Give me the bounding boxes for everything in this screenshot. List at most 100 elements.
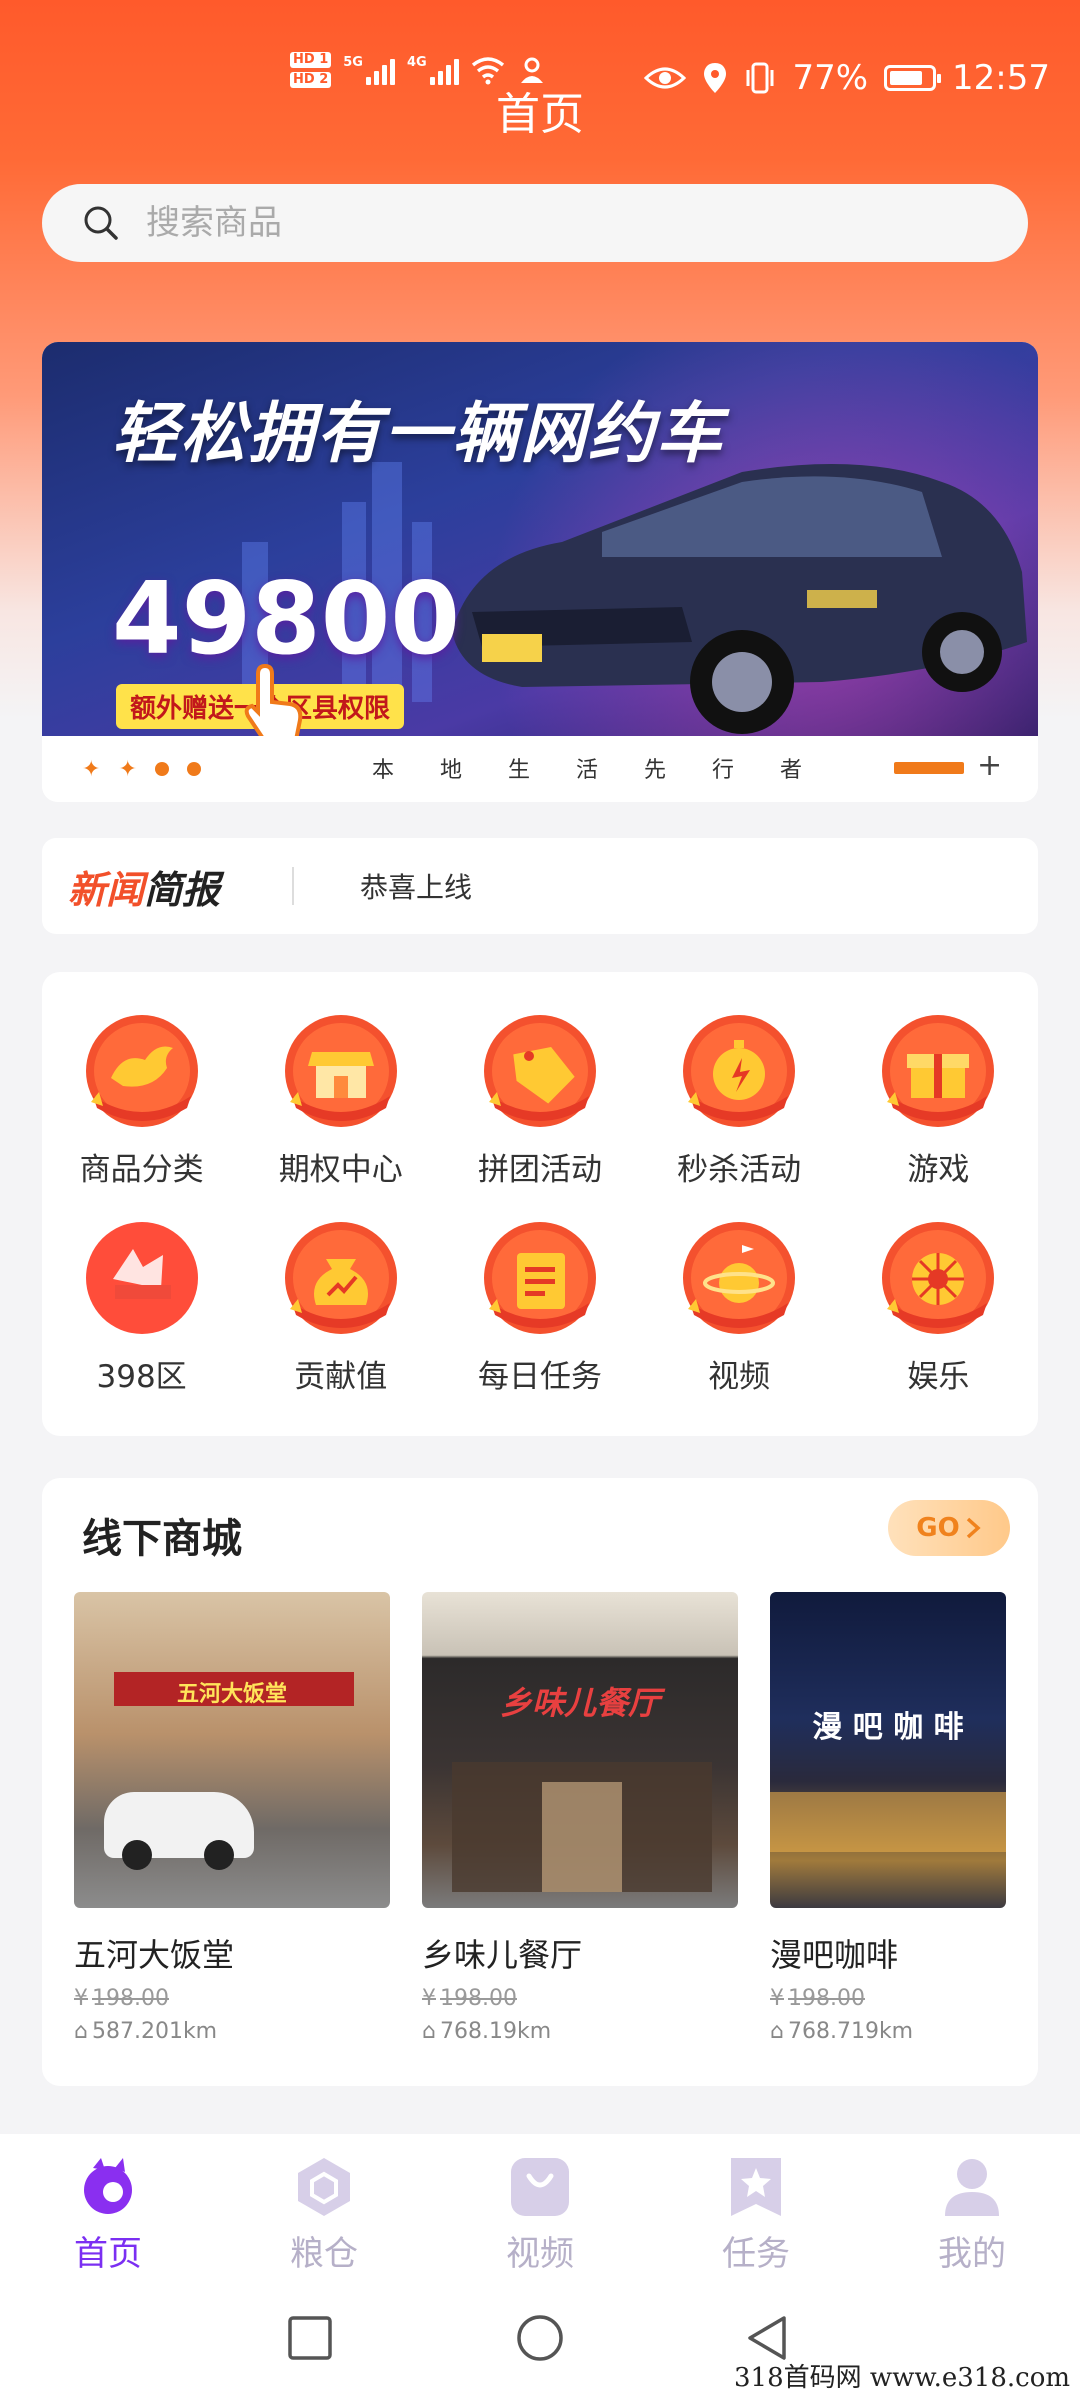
nav-profile[interactable]: 我的 bbox=[864, 2134, 1080, 2275]
menu-label: 每日任务 bbox=[477, 1359, 602, 1395]
banner-footer: ✦ ✦ 本地生活先行者 + bbox=[42, 736, 1038, 802]
indicator-dot bbox=[186, 762, 201, 776]
store-sign: 漫 吧 咖 啡 bbox=[812, 1710, 964, 1745]
watermark: 318首码网 www.e318.com bbox=[734, 2363, 1070, 2393]
banner-plus: + bbox=[977, 748, 1003, 783]
location-pin-icon: ⌂ bbox=[422, 2019, 436, 2044]
indicator-dot bbox=[154, 762, 169, 776]
location-pin-icon: ⌂ bbox=[770, 2019, 784, 2044]
offline-shop-section: 线下商城 GO 五河大饭堂 五河大饭堂 ¥198.00 ⌂ 587.201km 乡… bbox=[42, 1478, 1038, 2086]
menu-label: 商品分类 bbox=[79, 1152, 204, 1188]
coin-icon: ¥ bbox=[422, 1986, 436, 2011]
store-photo: 五河大饭堂 bbox=[74, 1592, 390, 1908]
store-name: 乡味儿餐厅 bbox=[422, 1936, 583, 1974]
recent-apps-icon[interactable] bbox=[286, 2314, 334, 2362]
go-button[interactable]: GO bbox=[888, 1500, 1010, 1556]
menu-label: 娱乐 bbox=[907, 1359, 970, 1395]
menu-item[interactable]: 贡献值 bbox=[241, 1219, 440, 1396]
money-bag-icon bbox=[284, 1222, 397, 1334]
gift-box-icon bbox=[882, 1015, 995, 1127]
menu-item[interactable]: 视频 bbox=[640, 1219, 839, 1396]
store-icon bbox=[284, 1015, 397, 1127]
bottom-nav: 首页 粮仓 视频 任务 我的 bbox=[0, 2134, 1080, 2274]
nav-label: 我的 bbox=[938, 2234, 1006, 2274]
menu-label: 视频 bbox=[708, 1359, 771, 1395]
store-card[interactable]: 乡味儿餐厅 乡味儿餐厅 ¥198.00 ⌂ 768.19km bbox=[422, 1592, 738, 2044]
section-title: 线下商城 bbox=[82, 1516, 242, 1562]
go-label: GO bbox=[916, 1513, 960, 1543]
nav-label: 任务 bbox=[722, 2234, 790, 2274]
menu-label: 游戏 bbox=[907, 1152, 970, 1188]
menu-item[interactable]: 游戏 bbox=[839, 1012, 1038, 1189]
menu-label: 秒杀活动 bbox=[677, 1152, 802, 1188]
banner-headline: 轻松拥有一辆网约车 bbox=[112, 395, 724, 472]
menu-item[interactable]: 期权中心 bbox=[241, 1012, 440, 1189]
menu-item[interactable]: 秒杀活动 bbox=[640, 1012, 839, 1189]
home-icon bbox=[84, 2158, 132, 2214]
nav-label: 首页 bbox=[74, 2234, 142, 2274]
back-triangle-icon[interactable] bbox=[744, 2314, 792, 2362]
store-card[interactable]: 漫 吧 咖 啡 漫吧咖啡 ¥198.00 ⌂ 768.719km bbox=[770, 1592, 1006, 2044]
feature-menu: 商品分类 期权中心 拼团活动 秒杀活动 游戏 398区 贡献值 每日任务 视频 娱乐 bbox=[42, 972, 1038, 1436]
store-distance: ⌂ 768.719km bbox=[770, 2019, 914, 2044]
menu-item[interactable]: 每日任务 bbox=[440, 1219, 639, 1396]
search-bar[interactable] bbox=[42, 184, 1028, 262]
coin-icon: ¥ bbox=[74, 1986, 88, 2011]
location-pin-icon: ⌂ bbox=[74, 2019, 88, 2044]
coin-icon: ¥ bbox=[770, 1986, 784, 2011]
wheel-icon bbox=[882, 1222, 995, 1334]
banner-indicator: ✦ ✦ bbox=[82, 757, 201, 782]
store-name: 五河大饭堂 bbox=[74, 1936, 235, 1974]
store-distance: ⌂ 587.201km bbox=[74, 2019, 218, 2044]
menu-item[interactable]: 398区 bbox=[42, 1219, 241, 1396]
pointer-hand-icon bbox=[244, 664, 303, 742]
search-icon bbox=[84, 206, 118, 240]
menu-item[interactable]: 商品分类 bbox=[42, 1012, 241, 1189]
nav-label: 粮仓 bbox=[290, 2234, 358, 2274]
menu-label: 拼团活动 bbox=[477, 1152, 602, 1188]
news-ticker[interactable]: 新闻简报 恭喜上线 bbox=[42, 838, 1038, 934]
store-name: 漫吧咖啡 bbox=[770, 1936, 899, 1974]
store-sign: 五河大饭堂 bbox=[176, 1682, 287, 1707]
nav-granary[interactable]: 粮仓 bbox=[216, 2134, 432, 2275]
menu-item[interactable]: 拼团活动 bbox=[440, 1012, 639, 1189]
bird-icon bbox=[85, 1015, 198, 1127]
user-icon bbox=[945, 2159, 999, 2216]
store-price: ¥198.00 bbox=[74, 1986, 169, 2011]
chevron-right-icon bbox=[966, 1517, 981, 1539]
hexagon-icon bbox=[298, 2158, 350, 2216]
system-nav-bar: 318首码网 www.e318.com bbox=[0, 2274, 1080, 2400]
store-sign: 乡味儿餐厅 bbox=[499, 1684, 660, 1722]
banner-accent-bar bbox=[894, 762, 964, 774]
menu-label: 398区 bbox=[96, 1359, 187, 1395]
banner-slogan: 本地生活先行者 bbox=[372, 758, 849, 783]
news-logo: 新闻简报 bbox=[68, 867, 221, 912]
sparkle-icon: ✦ bbox=[82, 756, 101, 782]
store-photo: 漫 吧 咖 啡 bbox=[770, 1592, 1006, 1908]
stopwatch-icon bbox=[683, 1015, 796, 1127]
banner-image: 轻松拥有一辆网约车 49800 额外赠送一个区县权限 bbox=[42, 342, 1038, 742]
menu-label: 贡献值 bbox=[294, 1359, 388, 1395]
task-list-icon bbox=[483, 1222, 596, 1334]
nav-home[interactable]: 首页 bbox=[0, 2134, 216, 2275]
bag-icon bbox=[511, 2158, 569, 2216]
store-card[interactable]: 五河大饭堂 五河大饭堂 ¥198.00 ⌂ 587.201km bbox=[74, 1592, 390, 2044]
sim1-indicator: HD 1 bbox=[290, 52, 332, 68]
star-bookmark-icon bbox=[731, 2158, 781, 2216]
sale-tag-icon bbox=[483, 1015, 596, 1127]
menu-label: 期权中心 bbox=[278, 1152, 403, 1188]
promo-banner[interactable]: 轻松拥有一辆网约车 49800 额外赠送一个区县权限 ✦ ✦ 本地生活先行者 + bbox=[42, 342, 1038, 802]
home-circle-icon[interactable] bbox=[516, 2314, 564, 2362]
menu-item[interactable]: 娱乐 bbox=[839, 1219, 1038, 1396]
search-input[interactable] bbox=[144, 202, 948, 244]
store-distance: ⌂ 768.19km bbox=[422, 2019, 552, 2044]
page-title: 首页 bbox=[496, 89, 584, 140]
store-price: ¥198.00 bbox=[770, 1986, 865, 2011]
nav-tasks[interactable]: 任务 bbox=[648, 2134, 864, 2275]
news-text: 恭喜上线 bbox=[360, 871, 473, 904]
planet-icon bbox=[683, 1222, 796, 1334]
nav-label: 视频 bbox=[506, 2234, 574, 2274]
badge-icon bbox=[85, 1222, 198, 1334]
nav-video[interactable]: 视频 bbox=[432, 2134, 648, 2275]
store-photo: 乡味儿餐厅 bbox=[422, 1592, 738, 1908]
